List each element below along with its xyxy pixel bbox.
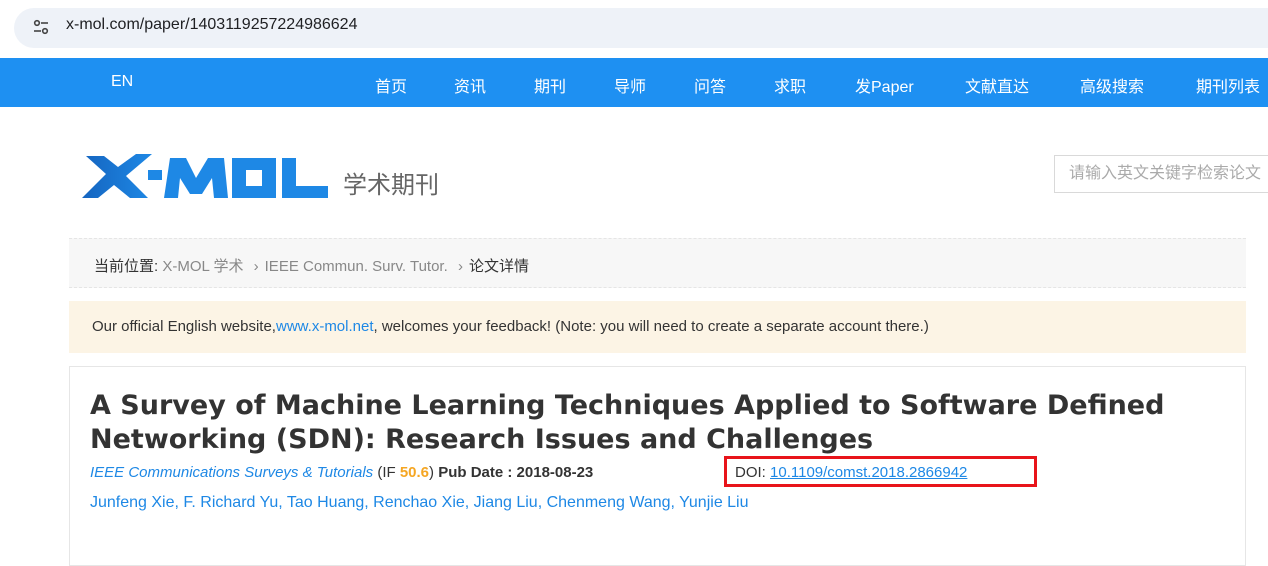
english-site-link[interactable]: www.x-mol.net bbox=[276, 318, 374, 335]
paper-card: A Survey of Machine Learning Techniques … bbox=[69, 366, 1246, 566]
journal-link[interactable]: IEEE Communications Surveys & Tutorials bbox=[90, 464, 373, 481]
top-nav: EN 首页 资讯 期刊 导师 问答 求职 发Paper 文献直达 高级搜索 期刊… bbox=[0, 58, 1268, 107]
breadcrumb: 当前位置: X-MOL 学术 › IEEE Commun. Surv. Tutor… bbox=[69, 238, 1246, 288]
impact-factor: 50.6 bbox=[399, 464, 430, 481]
nav-item-mentors[interactable]: 导师 bbox=[614, 73, 646, 97]
search-box bbox=[1054, 155, 1268, 193]
breadcrumb-current: 论文详情 bbox=[468, 258, 529, 275]
nav-lang-en[interactable]: EN bbox=[111, 73, 133, 91]
paper-authors[interactable]: Junfeng Xie, F. Richard Yu, Tao Huang, R… bbox=[90, 494, 749, 512]
nav-item-news[interactable]: 资讯 bbox=[454, 73, 486, 97]
nav-item-literature[interactable]: 文献直达 bbox=[965, 73, 1029, 97]
doi-link[interactable]: 10.1109/comst.2018.2866942 bbox=[770, 464, 967, 481]
breadcrumb-separator: › bbox=[457, 258, 463, 275]
paper-meta: IEEE Communications Surveys & Tutorials … bbox=[90, 464, 593, 481]
nav-item-journals[interactable]: 期刊 bbox=[534, 73, 566, 97]
doi-label: DOI: bbox=[735, 464, 771, 481]
nav-item-advanced-search[interactable]: 高级搜索 bbox=[1080, 73, 1144, 97]
breadcrumb-link-journal[interactable]: IEEE Commun. Surv. Tutor. bbox=[265, 258, 448, 275]
nav-item-post-paper[interactable]: 发Paper bbox=[855, 73, 914, 97]
notice-text-after: , welcomes your feedback! (Note: you wil… bbox=[373, 318, 929, 335]
pub-date: Pub Date : 2018-08-23 bbox=[438, 464, 594, 481]
if-prefix: (IF bbox=[373, 464, 400, 481]
if-suffix: ) bbox=[429, 464, 439, 481]
logo-subtitle: 学术期刊 bbox=[343, 172, 439, 199]
notice-text-before: Our official English website, bbox=[92, 318, 276, 335]
search-input[interactable] bbox=[1055, 156, 1268, 192]
nav-item-qa[interactable]: 问答 bbox=[694, 73, 726, 97]
x-mol-logo[interactable] bbox=[82, 152, 332, 200]
nav-item-journal-list[interactable]: 期刊列表 bbox=[1196, 73, 1260, 97]
address-url[interactable]: x-mol.com/paper/1403119257224986624 bbox=[66, 16, 357, 34]
paper-title: A Survey of Machine Learning Techniques … bbox=[90, 390, 1165, 455]
browser-address-bar: x-mol.com/paper/1403119257224986624 bbox=[0, 0, 1268, 56]
breadcrumb-link-xmol[interactable]: X-MOL 学术 bbox=[162, 258, 243, 275]
nav-item-home[interactable]: 首页 bbox=[375, 73, 407, 97]
doi-highlight-box: DOI: 10.1109/comst.2018.2866942 bbox=[724, 456, 1037, 487]
breadcrumb-prefix: 当前位置: bbox=[94, 258, 159, 275]
breadcrumb-separator: › bbox=[253, 258, 259, 275]
nav-item-jobs[interactable]: 求职 bbox=[774, 73, 806, 97]
site-settings-icon[interactable] bbox=[32, 18, 52, 38]
english-site-notice: Our official English website,www.x-mol.n… bbox=[69, 301, 1246, 353]
